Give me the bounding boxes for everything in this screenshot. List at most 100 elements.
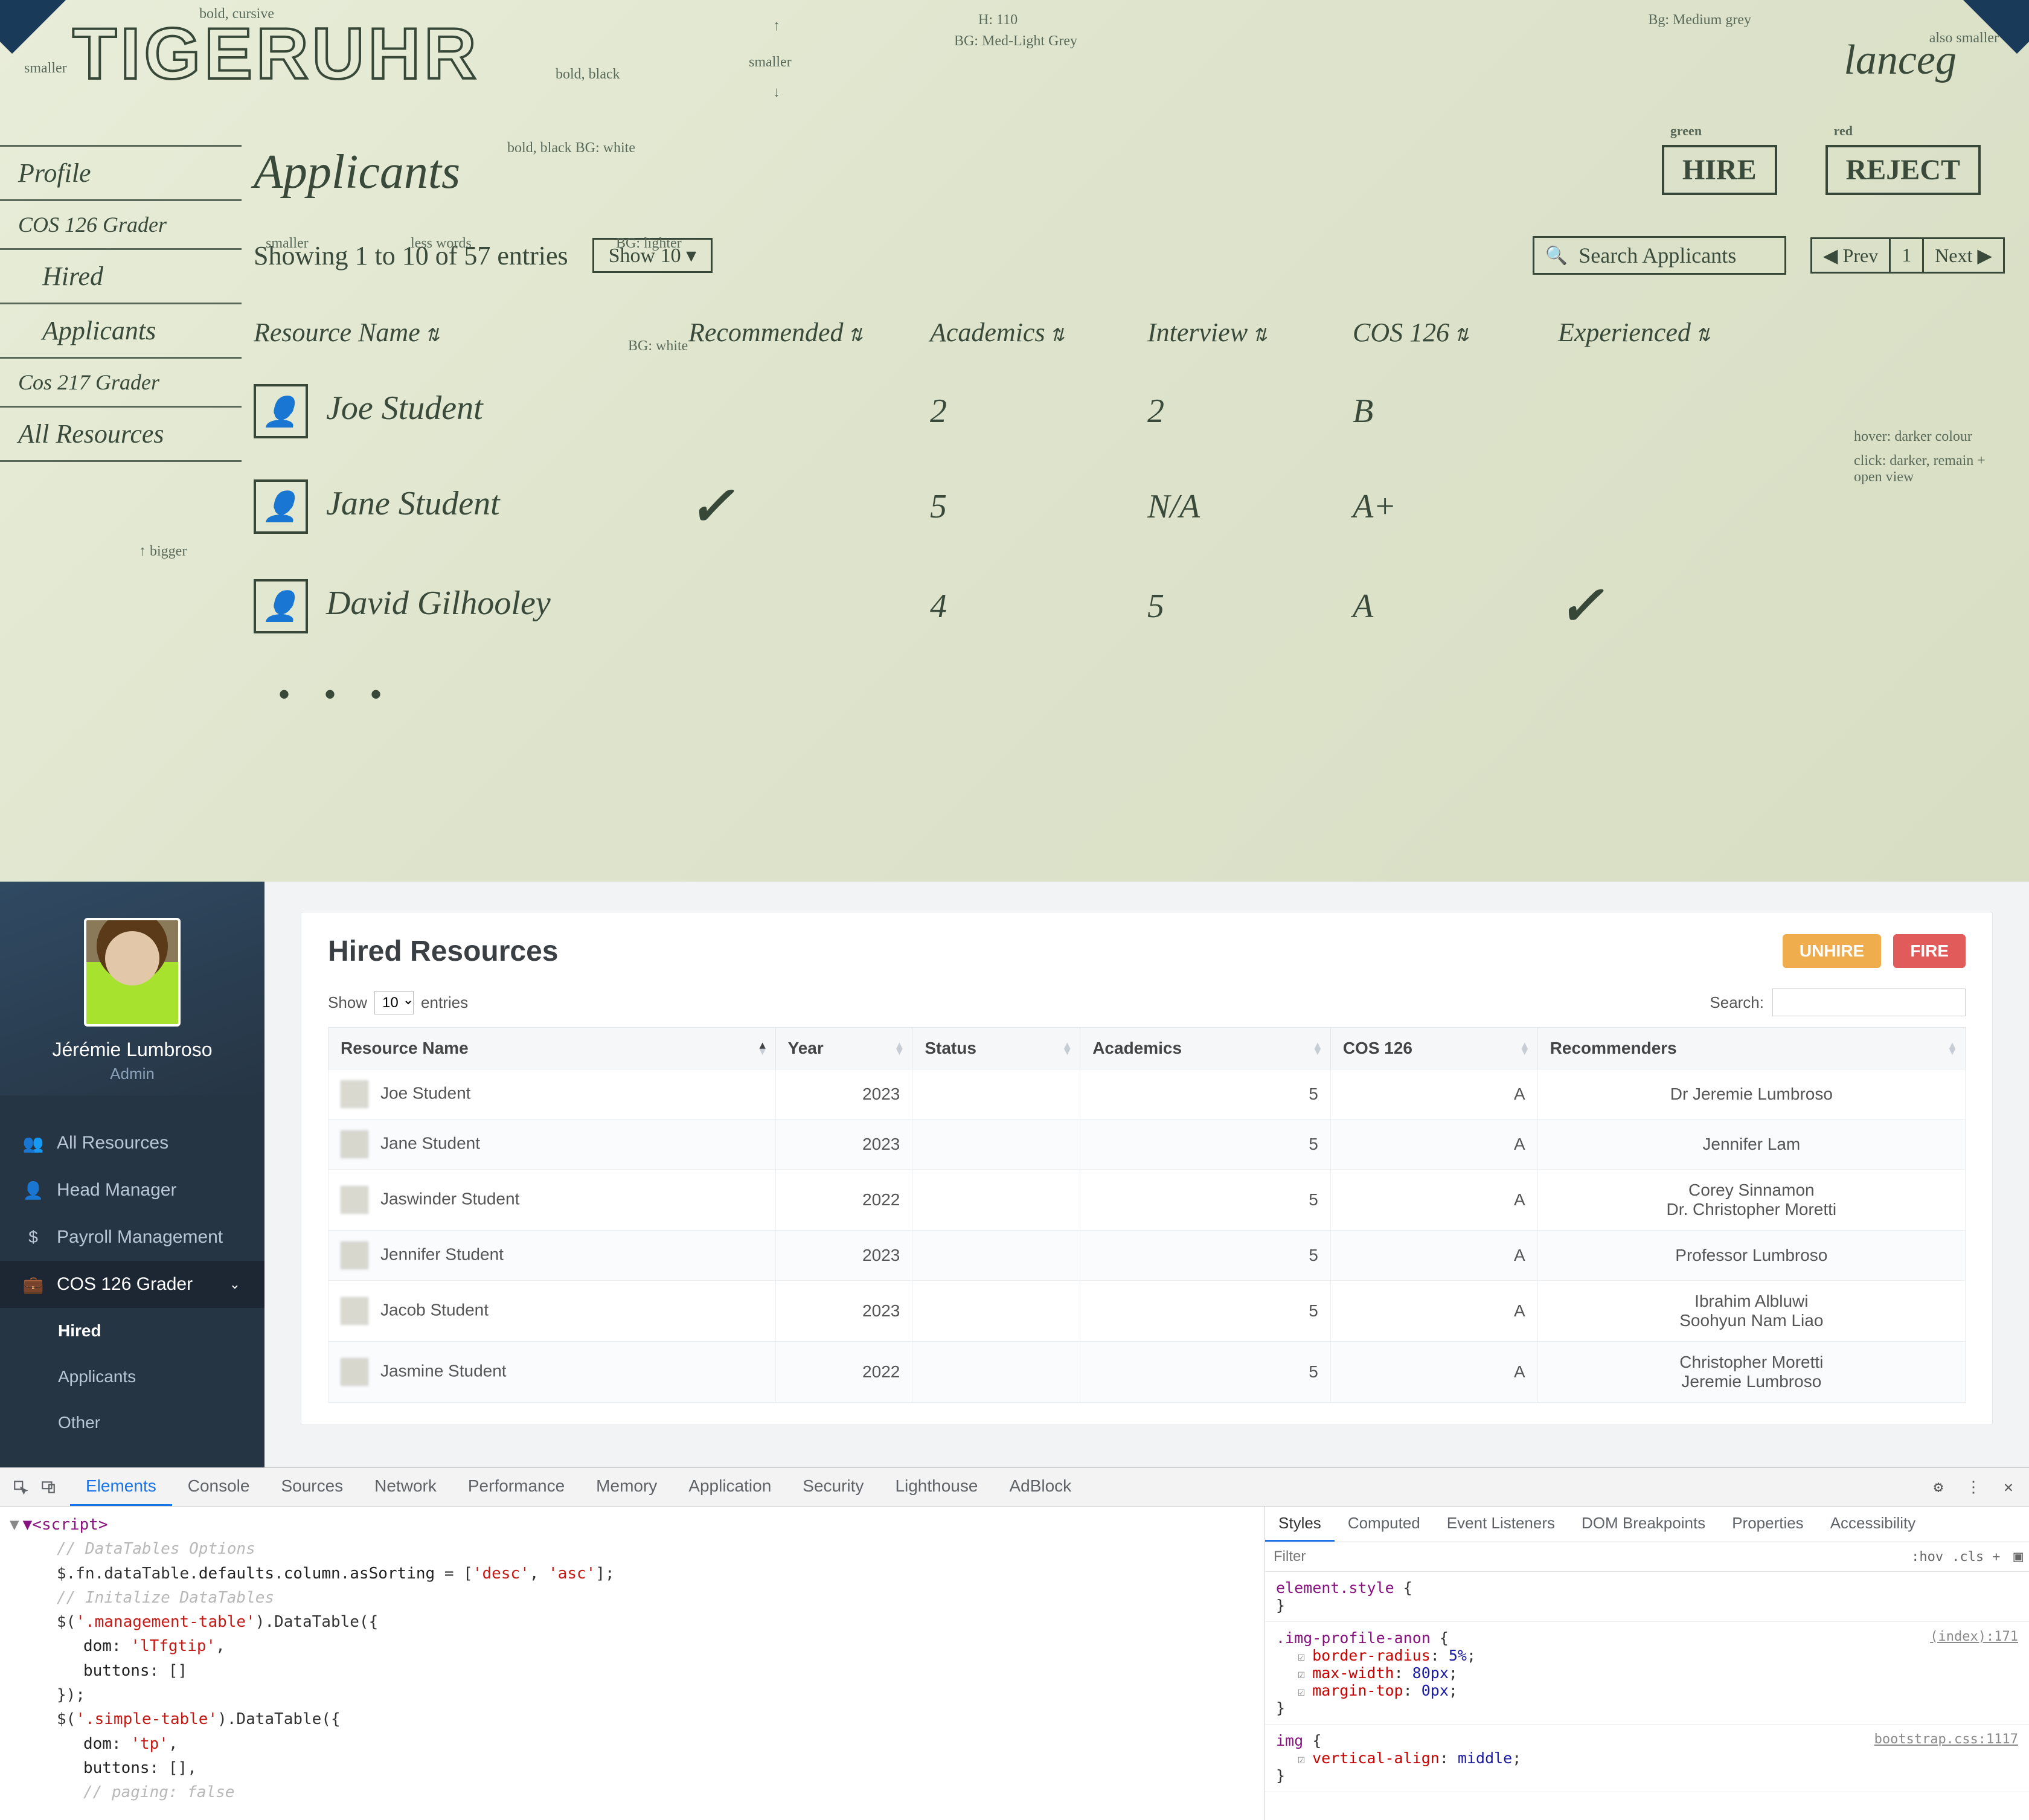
- css-rule[interactable]: .img-profile-anon {(index):171border-rad…: [1265, 1622, 2029, 1725]
- cell-name: Jasmine Student: [329, 1342, 776, 1403]
- sidebar-item[interactable]: 👥All Resources: [0, 1120, 264, 1167]
- table-row[interactable]: Jacob Student20235AIbrahim AlbluwiSoohyu…: [329, 1281, 1966, 1342]
- styles-tab[interactable]: DOM Breakpoints: [1568, 1507, 1719, 1542]
- devtools-tab[interactable]: Elements: [70, 1468, 172, 1506]
- wf-note: BG: white: [628, 338, 688, 354]
- profile-role: Admin: [12, 1065, 252, 1083]
- sidebar-subitem[interactable]: Hired: [0, 1308, 264, 1354]
- filter-chip[interactable]: .cls: [1952, 1549, 1984, 1565]
- table-row[interactable]: Jaswinder Student20225ACorey SinnamonDr.…: [329, 1170, 1966, 1231]
- sidebar-item[interactable]: 💼COS 126 Grader⌄: [0, 1261, 264, 1308]
- cell-recommenders: Professor Lumbroso: [1537, 1231, 1965, 1281]
- sidebar-subitem[interactable]: Other: [0, 1400, 264, 1446]
- devtools-tab[interactable]: Memory: [580, 1468, 673, 1506]
- styles-filter-input[interactable]: [1265, 1542, 1904, 1571]
- rule-source-link[interactable]: (index):171: [1930, 1629, 2018, 1644]
- column-header[interactable]: Status▲▼: [912, 1028, 1080, 1069]
- wf-pager[interactable]: ◀ Prev1Next ▶: [1810, 237, 2005, 274]
- devtools-tab[interactable]: Security: [787, 1468, 879, 1506]
- column-header[interactable]: Academics▲▼: [1080, 1028, 1331, 1069]
- column-header[interactable]: Year▲▼: [775, 1028, 912, 1069]
- wf-sidebar-item[interactable]: COS 126 Grader: [0, 199, 242, 248]
- wf-column-header[interactable]: Resource Name: [254, 317, 688, 348]
- wf-reject-button[interactable]: REJECT: [1825, 145, 1981, 195]
- toggle-panel-icon[interactable]: ▣: [2007, 1548, 2029, 1566]
- css-rule[interactable]: img {bootstrap.css:1117vertical-align: m…: [1265, 1725, 2029, 1792]
- unhire-button[interactable]: UNHIRE: [1783, 934, 1881, 968]
- column-header[interactable]: Recommenders▲▼: [1537, 1028, 1965, 1069]
- show-label-pre: Show: [328, 993, 367, 1012]
- column-header[interactable]: Resource Name▲▼: [329, 1028, 776, 1069]
- wf-table-row[interactable]: Jane Student✓5N/AA+: [254, 475, 2005, 538]
- devtools-tab[interactable]: Sources: [265, 1468, 359, 1506]
- wf-sidebar-item[interactable]: Hired: [0, 248, 242, 303]
- wf-sidebar-item[interactable]: Applicants: [0, 303, 242, 357]
- wf-search-box[interactable]: Search Applicants: [1533, 236, 1786, 275]
- filter-chip[interactable]: +: [1992, 1549, 2000, 1565]
- fire-button[interactable]: FIRE: [1893, 934, 1966, 968]
- wf-column-header[interactable]: Academics: [930, 317, 1147, 348]
- card: Hired Resources UNHIRE FIRE Show 10 entr…: [301, 912, 1993, 1425]
- wf-note: H: 110: [978, 12, 1018, 28]
- cell-cos126: A: [1330, 1120, 1537, 1170]
- wf-pager-button[interactable]: ◀ Prev: [1812, 239, 1891, 272]
- styles-tab[interactable]: Properties: [1719, 1507, 1817, 1542]
- inspect-icon[interactable]: [8, 1475, 33, 1499]
- source-panel[interactable]: ▼▼<script>// DataTables Options$.fn.data…: [0, 1507, 1265, 1820]
- cell-year: 2023: [775, 1120, 912, 1170]
- devtools-tab[interactable]: Application: [673, 1468, 787, 1506]
- rule-source-link[interactable]: bootstrap.css:1117: [1874, 1732, 2018, 1747]
- avatar-thumb: [341, 1080, 368, 1108]
- wf-pager-button[interactable]: Next ▶: [1924, 239, 2003, 272]
- styles-tab[interactable]: Styles: [1265, 1507, 1335, 1542]
- wf-avatar-icon: [254, 384, 308, 438]
- wf-column-header[interactable]: Interview: [1147, 317, 1353, 348]
- wf-column-header[interactable]: Recommended: [688, 317, 930, 348]
- wf-hire-button[interactable]: HIRE: [1662, 145, 1777, 195]
- cell-cos126: A: [1330, 1231, 1537, 1281]
- sidebar-subitem[interactable]: Applicants: [0, 1354, 264, 1400]
- devtools-tab[interactable]: Network: [359, 1468, 452, 1506]
- wf-controls-row: Showing 1 to 10 of 57 entries Show 10 ▾ …: [254, 236, 2005, 275]
- cell-status: [912, 1069, 1080, 1120]
- wf-sidebar-item[interactable]: Cos 217 Grader: [0, 357, 242, 406]
- devtools-tab[interactable]: Lighthouse: [879, 1468, 993, 1506]
- kebab-icon[interactable]: ⋮: [1961, 1475, 1986, 1499]
- search-label: Search:: [1710, 993, 1764, 1012]
- search-input[interactable]: [1772, 989, 1966, 1016]
- hired-table: Resource Name▲▼Year▲▼Status▲▼Academics▲▼…: [328, 1027, 1966, 1403]
- sidebar-item[interactable]: $Payroll Management: [0, 1214, 264, 1261]
- styles-tab[interactable]: Accessibility: [1817, 1507, 1929, 1542]
- table-row[interactable]: Joe Student20235ADr Jeremie Lumbroso: [329, 1069, 1966, 1120]
- table-row[interactable]: Jasmine Student20225AChristopher Moretti…: [329, 1342, 1966, 1403]
- device-icon[interactable]: [36, 1475, 60, 1499]
- close-icon[interactable]: ✕: [1996, 1475, 2021, 1499]
- styles-tab[interactable]: Event Listeners: [1434, 1507, 1568, 1542]
- wf-note: ↓: [773, 85, 780, 101]
- wf-column-header[interactable]: COS 126: [1353, 317, 1558, 348]
- wf-sidebar-item[interactable]: All Resources: [0, 406, 242, 462]
- wf-column-header[interactable]: Experienced: [1558, 317, 1787, 348]
- devtools-tab[interactable]: Performance: [452, 1468, 580, 1506]
- gear-icon[interactable]: ⚙: [1926, 1475, 1950, 1499]
- table-row[interactable]: Jane Student20235AJennifer Lam: [329, 1120, 1966, 1170]
- wf-table-row[interactable]: Joe Student22B: [254, 384, 2005, 438]
- devtools-tab[interactable]: AdBlock: [993, 1468, 1087, 1506]
- css-rule[interactable]: element.style {}: [1265, 1572, 2029, 1622]
- table-row[interactable]: Jennifer Student20235AProfessor Lumbroso: [329, 1231, 1966, 1281]
- page-length-select[interactable]: 10: [374, 991, 414, 1014]
- wf-sidebar-item[interactable]: Profile: [0, 145, 242, 199]
- wf-note: hover: darker colour: [1854, 429, 2011, 445]
- filter-chip[interactable]: :hov: [1911, 1549, 1943, 1565]
- wf-pager-button[interactable]: 1: [1891, 239, 1924, 272]
- sort-icon: ▲▼: [1947, 1042, 1958, 1054]
- sidebar-item-label: Head Manager: [57, 1180, 176, 1200]
- cell-name: Jaswinder Student: [329, 1170, 776, 1231]
- wf-avatar-icon: [254, 479, 308, 534]
- styles-tab[interactable]: Computed: [1335, 1507, 1434, 1542]
- sidebar-item[interactable]: 👤Head Manager: [0, 1167, 264, 1214]
- devtools-tab[interactable]: Console: [172, 1468, 266, 1506]
- column-header[interactable]: COS 126▲▼: [1330, 1028, 1537, 1069]
- wf-table-row[interactable]: David Gilhooley45A✓: [254, 574, 2005, 638]
- avatar-thumb: [341, 1358, 368, 1386]
